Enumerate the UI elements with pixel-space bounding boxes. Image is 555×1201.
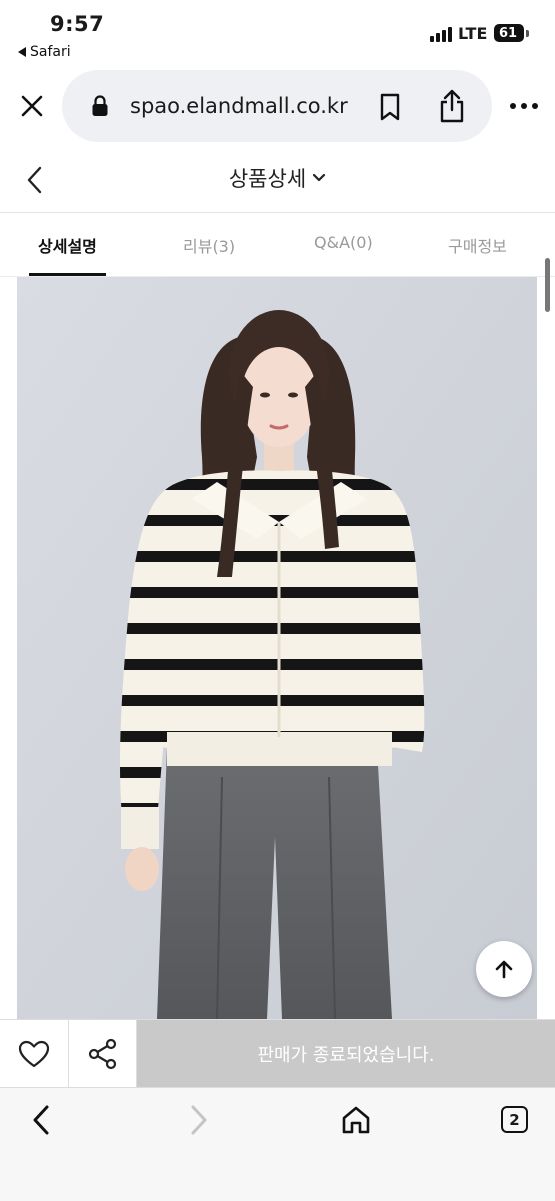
page-title-dropdown[interactable]: 상품상세 (0, 163, 555, 193)
battery-level: 61 (499, 25, 518, 41)
scrollbar[interactable] (545, 258, 550, 312)
browser-toolbar (0, 1087, 555, 1201)
share-icon[interactable] (436, 88, 468, 124)
bookmark-icon[interactable] (376, 92, 404, 122)
signal-icon (430, 26, 452, 42)
scroll-top-button[interactable] (476, 941, 532, 997)
sold-out-label: 판매가 종료되었습니다. (257, 1044, 435, 1066)
page-title: 상품상세 (228, 167, 307, 191)
product-image (17, 277, 537, 1019)
tabs-button[interactable]: 2 (501, 1106, 528, 1133)
url-text[interactable]: spao.elandmall.co.kr (130, 94, 348, 118)
wishlist-button[interactable] (0, 1020, 69, 1087)
product-share-button[interactable] (69, 1020, 137, 1087)
browser-forward-icon[interactable] (184, 1102, 214, 1138)
chevron-down-icon (313, 173, 326, 182)
lock-icon (92, 95, 108, 116)
close-button[interactable] (14, 88, 50, 124)
tab-count: 2 (509, 1110, 520, 1129)
home-icon[interactable] (340, 1104, 372, 1136)
tab-qna[interactable]: Q&A(0) (314, 233, 373, 252)
battery-icon: 61 (494, 24, 524, 42)
more-icon[interactable] (508, 96, 540, 116)
tab-detail[interactable]: 상세설명 (38, 233, 97, 257)
back-triangle-icon (18, 47, 26, 57)
share-nodes-icon (88, 1038, 116, 1069)
status-time: 9:57 (50, 12, 105, 36)
tab-reviews[interactable]: 리뷰(3) (183, 233, 235, 257)
back-to-app-link[interactable]: Safari (18, 44, 71, 60)
tab-purchase-info[interactable]: 구매정보 (448, 233, 507, 257)
battery-cap (526, 30, 529, 37)
heart-icon (18, 1040, 50, 1067)
arrow-up-icon (495, 960, 513, 979)
header-divider (0, 212, 555, 213)
network-label: LTE (458, 24, 488, 43)
browser-back-icon[interactable] (26, 1102, 56, 1138)
close-icon (21, 95, 43, 117)
back-app-label: Safari (30, 44, 71, 60)
sold-out-button: 판매가 종료되었습니다. (137, 1020, 555, 1087)
